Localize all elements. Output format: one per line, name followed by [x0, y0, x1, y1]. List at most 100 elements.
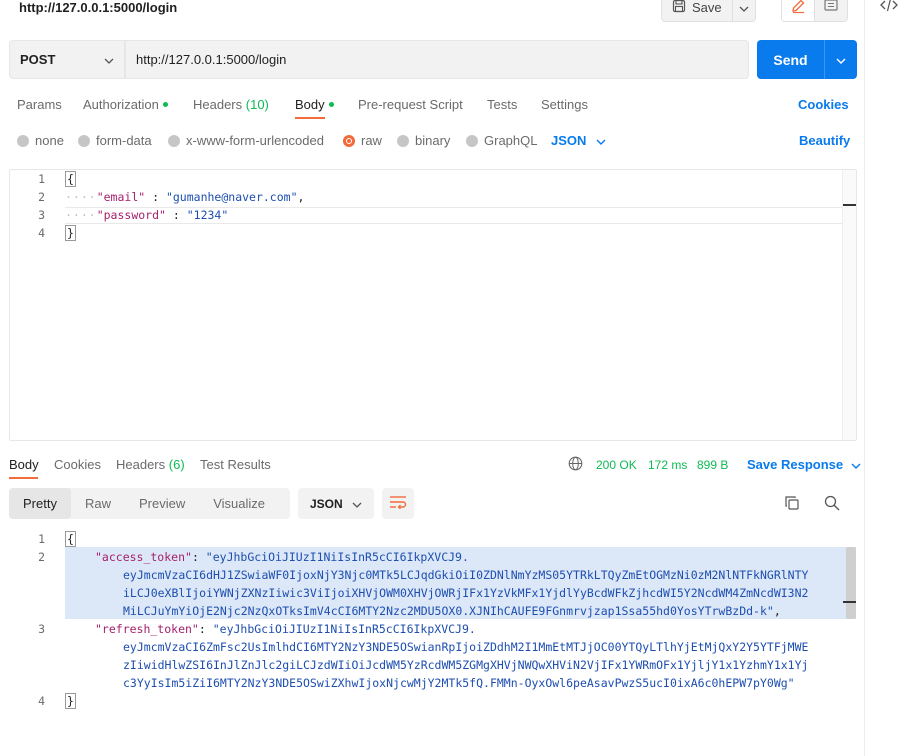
code-line-wrapped: MiLCJuYmYiOjE2Njc2NzQxOTksImV4cCI6MTY2Nz…	[123, 604, 781, 618]
search-icon[interactable]	[824, 495, 840, 514]
code-line-wrapped: eyJmcmVzaCI6dHJ1ZSwiaWF0IjoxNjY3Njc0MTk5…	[123, 568, 808, 582]
response-format-label: JSON	[310, 496, 343, 511]
copy-icon[interactable]	[784, 495, 800, 514]
code-line-wrapped: iLCJ0eXBlIjoiYWNjZXNzIiwic3ViIjoiXHVjOWM…	[123, 586, 808, 600]
radio-circle	[397, 134, 409, 147]
radio-urlencoded-label: x-www-form-urlencoded	[186, 133, 324, 148]
save-response-label: Save Response	[747, 457, 844, 472]
open-brace: {	[65, 171, 76, 187]
indent-guide: ····	[65, 190, 97, 204]
json-string: c3YyIsIm5iZiI6MTY2NzY3NDE5OSwiZXhwIjoxNj…	[123, 676, 795, 690]
url-value: http://127.0.0.1:5000/login	[136, 52, 287, 67]
json-string: eyJmcmVzaCI6ZmFsc2UsImlhdCI6MTY2NzY3NDE5…	[123, 640, 809, 654]
json-key: "access_token"	[95, 550, 192, 564]
editor-scrollbar[interactable]	[842, 170, 856, 440]
radio-binary-label: binary	[415, 133, 451, 148]
json-string: "eyJhbGciOiJIUzI1NiIsInR5cCI6IkpXVCJ9.	[212, 622, 476, 636]
radio-raw[interactable]: raw	[343, 133, 382, 148]
code-line: }	[65, 225, 76, 241]
view-tab-pretty[interactable]: Pretty	[9, 488, 71, 519]
edit-mode-button[interactable]	[782, 0, 814, 21]
scroll-position-marker	[843, 204, 856, 206]
json-key: "password"	[96, 208, 166, 222]
response-format-select[interactable]: JSON	[298, 488, 374, 519]
tab-settings[interactable]: Settings	[541, 97, 588, 112]
close-brace: }	[65, 225, 76, 241]
close-brace: }	[65, 693, 76, 709]
request-title: http://127.0.0.1:5000/login	[19, 0, 178, 15]
line-number: 2	[38, 550, 45, 564]
response-tab-headers-count: (6)	[168, 457, 185, 472]
active-tab-underline	[9, 477, 38, 479]
tab-headers-label: Headers	[193, 97, 243, 112]
cookies-link[interactable]: Cookies	[798, 97, 849, 112]
code-line: {	[65, 171, 76, 187]
chevron-down-icon	[596, 133, 606, 148]
body-format-select[interactable]: JSON	[551, 133, 606, 148]
tab-params[interactable]: Params	[17, 97, 62, 112]
radio-circle	[168, 134, 180, 147]
code-line: "access_token": "eyJhbGciOiJIUzI1NiIsInR…	[95, 550, 469, 564]
line-number: 3	[38, 208, 45, 222]
save-button-label: Save	[692, 0, 722, 15]
chevron-down-icon	[352, 497, 362, 511]
radio-circle	[466, 134, 478, 147]
tab-headers[interactable]: Headers (10)	[193, 97, 269, 112]
status-code[interactable]: 200 OK	[596, 458, 637, 472]
json-string: zIiwidHlwZSI6InJlZnJlc2giLCJzdWIiOiJcdWM…	[123, 658, 809, 672]
view-tab-visualize[interactable]: Visualize	[199, 488, 279, 519]
response-tab-cookies[interactable]: Cookies	[54, 457, 101, 472]
radio-circle-selected	[343, 134, 355, 147]
response-tab-test-results[interactable]: Test Results	[200, 457, 271, 472]
globe-icon[interactable]	[568, 456, 583, 474]
pencil-icon	[790, 0, 806, 17]
radio-none-label: none	[35, 133, 64, 148]
method-select[interactable]: POST	[9, 40, 125, 79]
radio-form-data[interactable]: form-data	[78, 133, 152, 148]
response-time[interactable]: 172 ms	[648, 458, 687, 472]
send-button-group: Send	[757, 40, 857, 79]
radio-graphql[interactable]: GraphQL	[466, 133, 537, 148]
save-button-group: Save	[661, 0, 756, 22]
radio-none[interactable]: none	[17, 133, 64, 148]
radio-circle	[17, 134, 29, 147]
response-tab-body[interactable]: Body	[9, 457, 39, 472]
radio-urlencoded[interactable]: x-www-form-urlencoded	[168, 133, 324, 148]
view-tab-raw[interactable]: Raw	[71, 488, 125, 519]
wrap-lines-icon	[389, 495, 407, 512]
wrap-lines-button[interactable]	[382, 488, 414, 519]
json-key: "email"	[96, 190, 146, 204]
line-number: 4	[38, 694, 45, 708]
radio-binary[interactable]: binary	[397, 133, 450, 148]
open-brace: {	[65, 531, 76, 547]
radio-circle	[78, 134, 90, 147]
json-string: "gumanhe@naver.com"	[165, 190, 298, 204]
response-tab-headers[interactable]: Headers (6)	[116, 457, 185, 472]
line-number: 4	[38, 226, 45, 240]
json-string: MiLCJuYmYiOjE2Njc2NzQxOTksImV4cCI6MTY2Nz…	[123, 604, 774, 618]
view-tab-preview[interactable]: Preview	[125, 488, 199, 519]
save-response-button[interactable]: Save Response	[747, 457, 861, 472]
tab-tests[interactable]: Tests	[487, 97, 517, 112]
url-input[interactable]: http://127.0.0.1:5000/login	[125, 40, 749, 79]
code-snippet-icon[interactable]	[880, 0, 898, 15]
response-scrollbar[interactable]	[846, 547, 856, 619]
tab-prerequest-script[interactable]: Pre-request Script	[358, 97, 463, 112]
save-icon	[672, 0, 686, 16]
code-line: }	[65, 693, 76, 709]
code-line-wrapped: zIiwidHlwZSI6InJlZnJlc2giLCJzdWIiOiJcdWM…	[123, 658, 808, 672]
code-line: {	[65, 531, 76, 547]
tab-headers-count: (10)	[245, 97, 269, 112]
json-key: "refresh_token"	[95, 622, 199, 636]
save-options-dropdown[interactable]	[733, 0, 755, 21]
send-button[interactable]: Send	[757, 40, 825, 79]
beautify-button[interactable]: Beautify	[799, 133, 850, 148]
send-options-dropdown[interactable]	[825, 40, 857, 79]
tab-authorization[interactable]: Authorization	[83, 97, 168, 112]
code-line-wrapped: eyJmcmVzaCI6ZmFsc2UsImlhdCI6MTY2NzY3NDE5…	[123, 640, 808, 654]
tab-body[interactable]: Body	[295, 97, 334, 112]
save-button[interactable]: Save	[662, 0, 733, 21]
response-size[interactable]: 899 B	[697, 458, 728, 472]
body-format-label: JSON	[551, 133, 587, 148]
documentation-mode-button[interactable]	[814, 0, 847, 21]
